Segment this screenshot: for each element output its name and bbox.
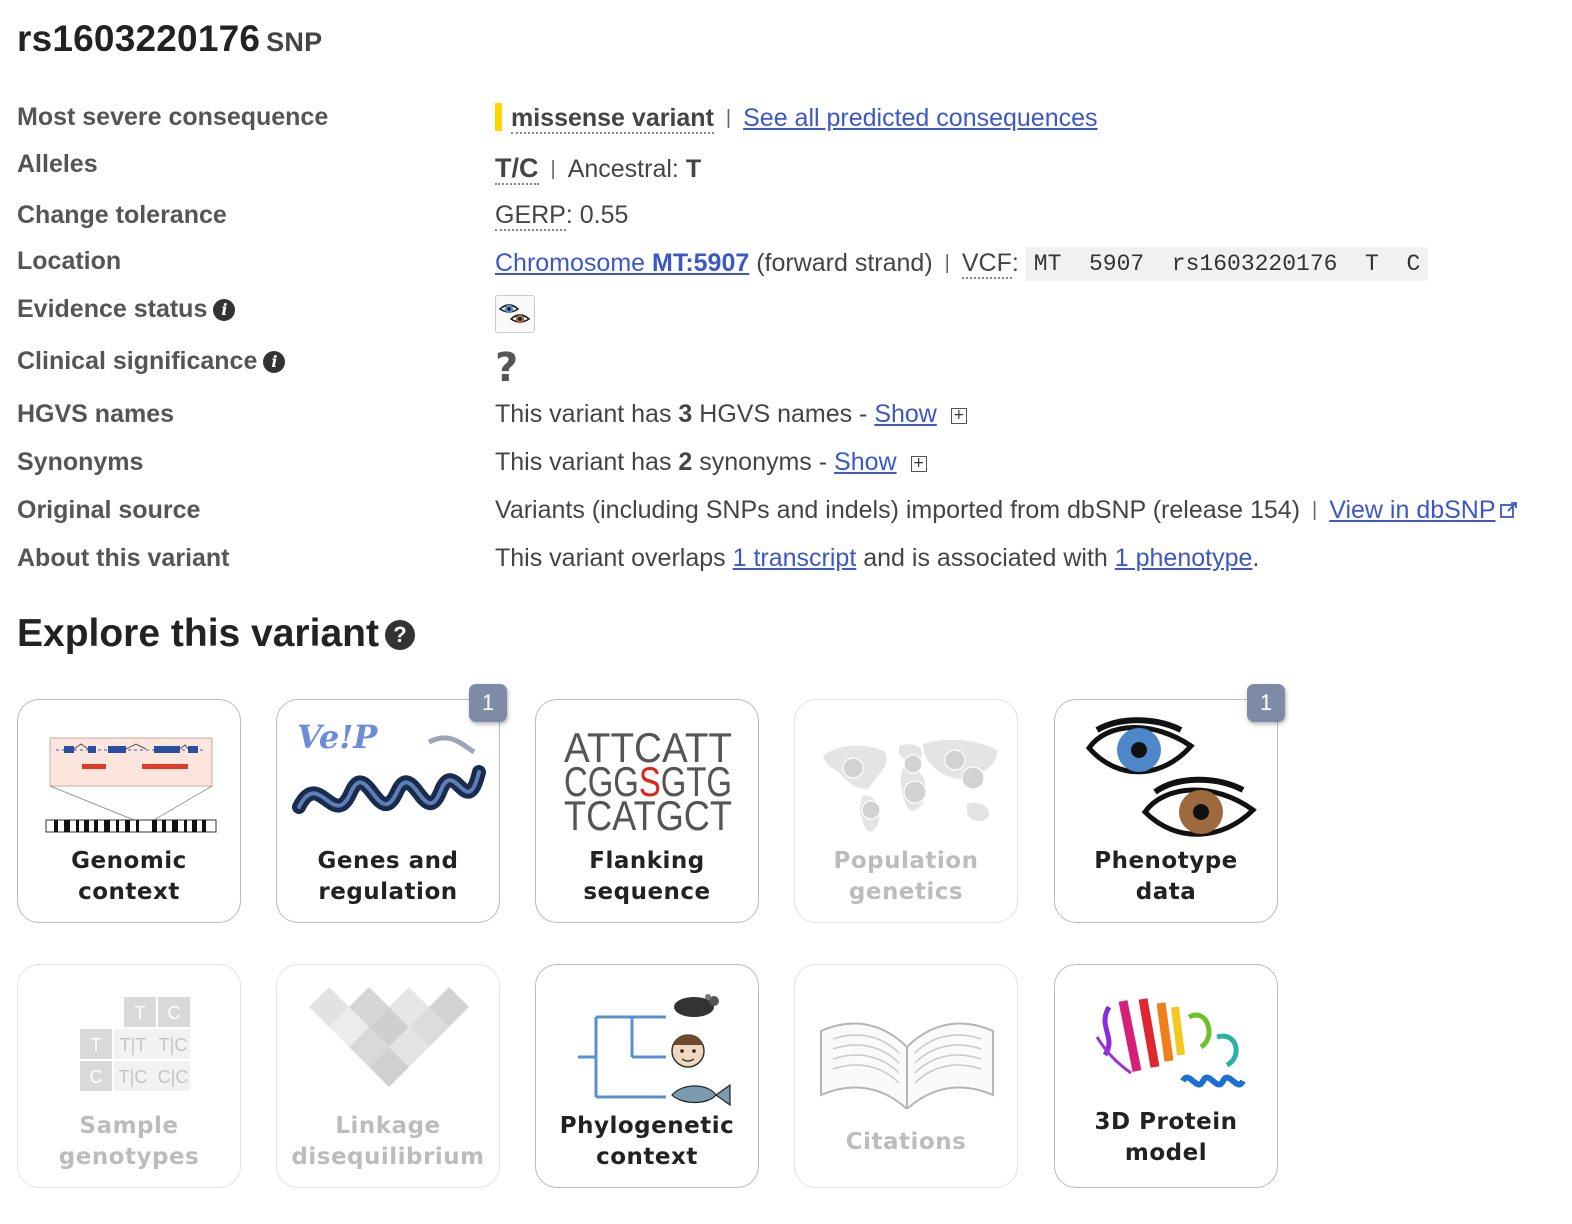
svg-text:T: T <box>91 1035 102 1055</box>
row-label: Change tolerance <box>17 201 227 229</box>
info-icon[interactable]: i <box>213 299 236 321</box>
svg-text:T|C: T|C <box>119 1067 148 1087</box>
tile-population-genetics: Population genetics <box>794 699 1018 923</box>
ld-triangle-icon <box>309 987 469 1087</box>
tile-caption: Citations <box>845 1129 967 1155</box>
svg-text:C|C: C|C <box>158 1067 189 1087</box>
synonyms-count: 2 <box>678 448 693 476</box>
external-link-icon <box>1499 502 1517 518</box>
gerp-value: : 0.55 <box>565 201 629 229</box>
tile-sample-genotypes: TC T T|T T|C C T|C C|C Sample genotypes <box>17 964 241 1188</box>
separator: | <box>550 158 556 180</box>
page-title: rs1603220176 SNP <box>17 18 322 60</box>
gerp-abbr[interactable]: GERP <box>495 201 566 231</box>
chromosome-location-link[interactable]: Chromosome MT:5907 <box>495 249 749 277</box>
eyes-icon <box>1085 717 1257 837</box>
tile-flanking-sequence[interactable]: ATTCATT CGGSGTG TCATGCT Flanking sequence <box>535 699 759 923</box>
tile-citations: Citations <box>794 964 1018 1188</box>
row-label: Clinical significance <box>17 347 258 375</box>
svg-text:C: C <box>168 1003 181 1023</box>
transcript-link[interactable]: 1 transcript <box>733 544 857 572</box>
row-evidence: Evidence status i <box>17 295 1562 335</box>
see-all-consequences-link[interactable]: See all predicted consequences <box>743 104 1097 132</box>
separator: | <box>944 252 950 274</box>
svg-text:TCATGCT: TCATGCT <box>564 792 732 839</box>
world-map-icon <box>823 739 998 832</box>
tile-3d-protein-model[interactable]: 3D Protein model <box>1054 964 1278 1188</box>
tile-caption: Population <box>833 848 979 874</box>
severity-color-bar <box>495 103 502 131</box>
row-hgvs: HGVS names This variant has 3 HGVS names… <box>17 400 1562 440</box>
row-label: Alleles <box>17 150 98 178</box>
phylogeny-tree-icon <box>578 994 731 1107</box>
tile-phylogenetic-context[interactable]: Phylogenetic context <box>535 964 759 1188</box>
tile-caption: Linkage <box>335 1113 441 1139</box>
genotype-grid-icon: TC T T|T T|C C T|C C|C <box>80 997 190 1091</box>
hgvs-show-link[interactable]: Show <box>874 400 937 428</box>
info-icon[interactable]: i <box>263 351 286 373</box>
genomic-context-icon <box>45 737 217 833</box>
clinical-unknown-icon: ? <box>495 345 519 391</box>
row-label: Evidence status <box>17 295 208 323</box>
svg-text:T|C: T|C <box>159 1035 188 1055</box>
row-location: Location Chromosome MT:5907 (forward str… <box>17 247 1562 287</box>
row-consequence: Most severe consequence missense variant… <box>17 103 1562 143</box>
variant-id: rs1603220176 <box>17 18 261 59</box>
vcf-record: MT 5907 rs1603220176 T C <box>1025 247 1429 281</box>
phenotype-link[interactable]: 1 phenotype <box>1115 544 1253 572</box>
expand-plus-icon[interactable]: + <box>910 456 927 472</box>
tile-caption: Flanking <box>589 848 705 874</box>
row-tolerance: Change tolerance GERP: 0.55 <box>17 201 1562 241</box>
tile-caption: Phenotype <box>1094 848 1238 874</box>
protein-structure-icon <box>1095 998 1246 1088</box>
tile-caption: Sample <box>79 1113 179 1139</box>
notification-badge: 1 <box>469 684 507 722</box>
tile-caption: 3D Protein <box>1094 1109 1238 1135</box>
row-synonyms: Synonyms This variant has 2 synonyms - S… <box>17 448 1562 488</box>
svg-text:T: T <box>135 1003 146 1023</box>
svg-text:C: C <box>90 1067 103 1087</box>
row-about: About this variant This variant overlaps… <box>17 544 1260 572</box>
row-label: HGVS names <box>17 400 175 428</box>
source-text: Variants (including SNPs and indels) imp… <box>495 496 1301 524</box>
alleles-value[interactable]: T/C <box>495 153 539 185</box>
hgvs-count: 3 <box>678 400 693 428</box>
separator: | <box>1312 499 1318 521</box>
tile-phenotype-data[interactable]: 1 Phenotype data <box>1054 684 1285 923</box>
tile-caption: Genomic <box>71 848 187 874</box>
view-in-dbsnp-link[interactable]: View in dbSNP <box>1329 496 1495 524</box>
vep-logo-text: Ve!P <box>297 718 378 756</box>
row-label: Location <box>17 247 122 275</box>
row-label: About this variant <box>17 544 230 572</box>
variant-type: SNP <box>266 27 323 57</box>
ancestral-value: T <box>685 155 702 183</box>
open-book-icon <box>820 1022 994 1109</box>
row-label: Synonyms <box>17 448 144 476</box>
sequence-icon: ATTCATT CGGSGTG TCATGCT <box>564 724 732 839</box>
vep-helix-icon: Ve!P <box>292 718 486 814</box>
help-icon[interactable]: ? <box>384 620 415 650</box>
separator: | <box>725 107 732 129</box>
ancestral-label: Ancestral: <box>567 155 679 183</box>
notification-badge: 1 <box>1247 684 1285 722</box>
row-source: Original source Variants (including SNPs… <box>17 496 1562 536</box>
vcf-label[interactable]: VCF <box>961 249 1012 279</box>
expand-plus-icon[interactable]: + <box>950 408 967 424</box>
tile-caption: Genes and <box>317 848 459 874</box>
row-label: Most severe consequence <box>17 103 329 131</box>
synonyms-show-link[interactable]: Show <box>834 448 897 476</box>
svg-text:T|T: T|T <box>120 1035 147 1055</box>
row-clinical: Clinical significance i ? <box>17 345 1562 391</box>
tile-caption: Phylogenetic <box>559 1113 735 1139</box>
explore-title: Explore this variant? <box>17 612 415 656</box>
tile-linkage-disequilibrium: Linkage disequilibrium <box>276 964 500 1188</box>
tile-genomic-context[interactable]: Genomic context <box>17 699 241 923</box>
strand-text: (forward strand) <box>756 249 933 277</box>
tile-genes-regulation[interactable]: Ve!P 1 Genes and regulation <box>276 684 507 923</box>
row-label: Original source <box>17 496 201 524</box>
consequence-value[interactable]: missense variant <box>511 104 714 134</box>
evidence-phenotype-icon[interactable] <box>495 295 535 333</box>
row-alleles: Alleles T/C | Ancestral: T <box>17 150 1562 190</box>
